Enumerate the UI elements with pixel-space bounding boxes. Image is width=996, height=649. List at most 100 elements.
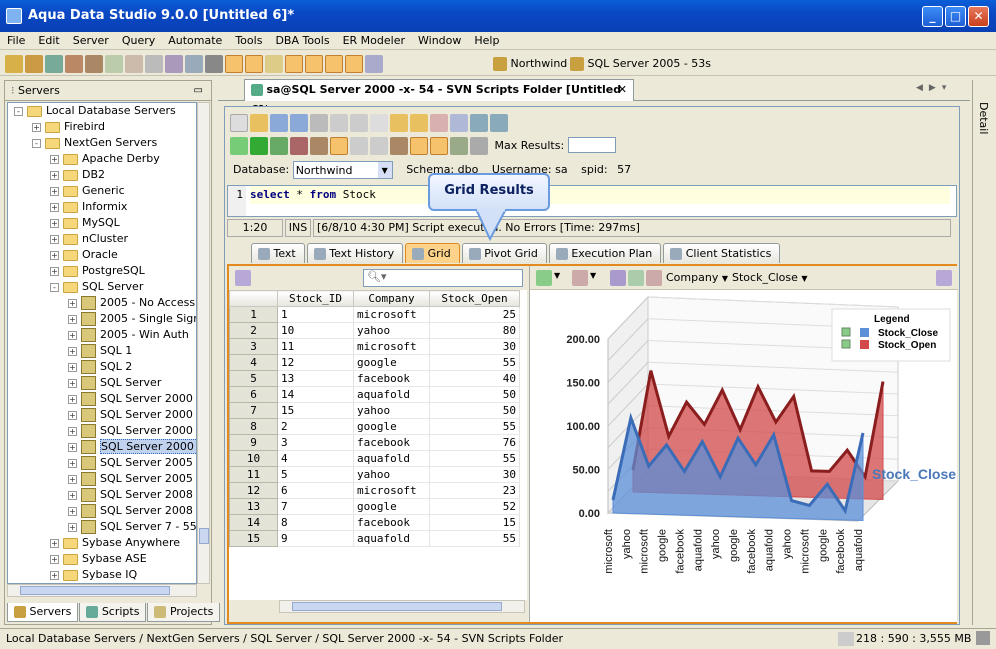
expand-icon[interactable]: + xyxy=(50,154,59,164)
tab-servers[interactable]: Servers xyxy=(7,603,79,622)
row-number[interactable]: 4 xyxy=(229,354,278,371)
expand-icon[interactable]: + xyxy=(68,458,77,468)
undo-icon[interactable] xyxy=(390,114,408,132)
row-number[interactable]: 11 xyxy=(229,466,278,483)
auto-commit-icon[interactable] xyxy=(330,137,348,155)
tree-node[interactable]: + Sybase ASE xyxy=(8,551,196,567)
grid-search-input[interactable]: 🔍︎▾ xyxy=(363,269,523,287)
table-row[interactable]: 7 15 yahoo 50 xyxy=(229,402,520,419)
format-icon[interactable] xyxy=(470,114,488,132)
table-row[interactable]: 13 7 google 52 xyxy=(229,498,520,515)
sql-editor[interactable]: 1 select * from Stock xyxy=(227,185,957,217)
paste-icon[interactable] xyxy=(370,114,388,132)
edit-server-icon[interactable] xyxy=(25,55,43,73)
collapse-icon[interactable]: - xyxy=(32,138,41,148)
comment-icon[interactable] xyxy=(490,114,508,132)
tree-node[interactable]: - Local Database Servers xyxy=(8,103,196,119)
stop-icon[interactable] xyxy=(310,137,328,155)
tree-node[interactable]: - NextGen Servers xyxy=(8,135,196,151)
tree-node[interactable]: + SQL 2 xyxy=(8,359,196,375)
expand-icon[interactable]: + xyxy=(68,394,77,404)
expand-icon[interactable]: + xyxy=(50,170,59,180)
row-number[interactable]: 15 xyxy=(229,530,278,547)
row-number[interactable]: 14 xyxy=(229,514,278,531)
expand-icon[interactable]: + xyxy=(68,298,77,308)
table-row[interactable]: 6 14 aquafold 50 xyxy=(229,386,520,403)
table-row[interactable]: 3 11 microsoft 30 xyxy=(229,338,520,355)
layout-3-icon[interactable] xyxy=(265,55,283,73)
tree-node[interactable]: + Oracle xyxy=(8,247,196,263)
menu-help[interactable]: Help xyxy=(467,32,505,47)
rollback-icon[interactable] xyxy=(370,137,388,155)
results-text-icon[interactable] xyxy=(450,137,468,155)
grid-options-icon[interactable] xyxy=(235,270,251,286)
table-row[interactable]: 12 6 microsoft 23 xyxy=(229,482,520,499)
table-row[interactable]: 15 9 aquafold 55 xyxy=(229,530,520,547)
expand-icon[interactable]: + xyxy=(68,474,77,484)
replace-icon[interactable] xyxy=(450,114,468,132)
tab-nav-icons[interactable]: ◀▶▾ xyxy=(916,83,952,93)
register-icon[interactable] xyxy=(45,55,63,73)
row-number[interactable]: 6 xyxy=(229,386,278,403)
tree-node[interactable]: + PostgreSQL xyxy=(8,263,196,279)
row-number[interactable]: 3 xyxy=(229,338,278,355)
menu-query[interactable]: Query xyxy=(115,32,161,47)
tab-grid[interactable]: Grid xyxy=(405,243,460,263)
tab-client-statistics[interactable]: Client Statistics xyxy=(663,243,781,263)
expand-icon[interactable]: + xyxy=(50,202,59,212)
expand-icon[interactable]: + xyxy=(50,186,59,196)
table-row[interactable]: 10 4 aquafold 55 xyxy=(229,450,520,467)
schema-icon[interactable] xyxy=(165,55,183,73)
recent-server-northwind[interactable]: Northwind xyxy=(493,56,567,72)
tree-node[interactable]: + Generic xyxy=(8,183,196,199)
tree-node[interactable]: +2005 - Single Sign xyxy=(8,311,196,327)
expand-icon[interactable]: + xyxy=(50,266,59,276)
expand-icon[interactable]: + xyxy=(68,426,77,436)
database-select[interactable]: Northwind ▼ xyxy=(292,161,393,179)
row-number[interactable]: 12 xyxy=(229,482,278,499)
tree-node[interactable]: + DB2 xyxy=(8,167,196,183)
table-row[interactable]: 4 12 google 55 xyxy=(229,354,520,371)
tree-node[interactable]: + SQL Server 7 - 55 xyxy=(8,519,196,535)
expand-icon[interactable]: + xyxy=(68,330,77,340)
execute-current-icon[interactable] xyxy=(250,137,268,155)
tree-node[interactable]: + SQL Server 2000 - xyxy=(8,391,196,407)
find-icon[interactable] xyxy=(430,114,448,132)
tree-node[interactable]: + nCluster xyxy=(8,231,196,247)
menu-automate[interactable]: Automate xyxy=(161,32,228,47)
row-number[interactable]: 5 xyxy=(229,370,278,387)
table-row[interactable]: 5 13 facebook 40 xyxy=(229,370,520,387)
tree-node[interactable]: +2005 - Win Auth xyxy=(8,327,196,343)
x-field-select[interactable]: Company ▼ xyxy=(666,271,728,284)
table-row[interactable]: 11 5 yahoo 30 xyxy=(229,466,520,483)
tree-node[interactable]: + SQL Server 2000 - xyxy=(8,439,196,455)
expand-icon[interactable]: + xyxy=(50,234,59,244)
expand-icon[interactable]: + xyxy=(68,314,77,324)
chart-3d-icon[interactable] xyxy=(572,270,588,286)
chart-data-icon[interactable] xyxy=(646,270,662,286)
column-header[interactable]: Company xyxy=(353,290,430,307)
gc-icon[interactable] xyxy=(838,632,854,646)
compare-icon[interactable] xyxy=(145,55,163,73)
menu-file[interactable]: File xyxy=(0,32,31,47)
table-row[interactable]: 8 2 google 55 xyxy=(229,418,520,435)
explain-icon[interactable] xyxy=(290,137,308,155)
row-number[interactable]: 13 xyxy=(229,498,278,515)
tree-node[interactable]: + SQL 1 xyxy=(8,343,196,359)
detail-panel-strip[interactable]: Detail xyxy=(972,80,992,625)
layout-8-icon[interactable] xyxy=(365,55,383,73)
open-icon[interactable] xyxy=(250,114,268,132)
close-tab-icon[interactable]: ✕ xyxy=(618,80,627,100)
chart-options-icon[interactable] xyxy=(936,270,952,286)
expand-icon[interactable]: + xyxy=(50,570,59,580)
print-icon[interactable] xyxy=(310,114,328,132)
row-number[interactable]: 1 xyxy=(229,306,278,323)
tree-node[interactable]: + SQL Server xyxy=(8,375,196,391)
tree-node[interactable]: + Sybase Anywhere xyxy=(8,535,196,551)
options-icon[interactable] xyxy=(470,137,488,155)
tree-node[interactable]: + SQL Server 2005 - xyxy=(8,471,196,487)
row-number[interactable]: 10 xyxy=(229,450,278,467)
y-field-select[interactable]: Stock_Close ▼ xyxy=(732,271,808,284)
column-header[interactable]: Stock_Open xyxy=(429,290,520,307)
minimize-button[interactable]: _ xyxy=(922,6,943,27)
